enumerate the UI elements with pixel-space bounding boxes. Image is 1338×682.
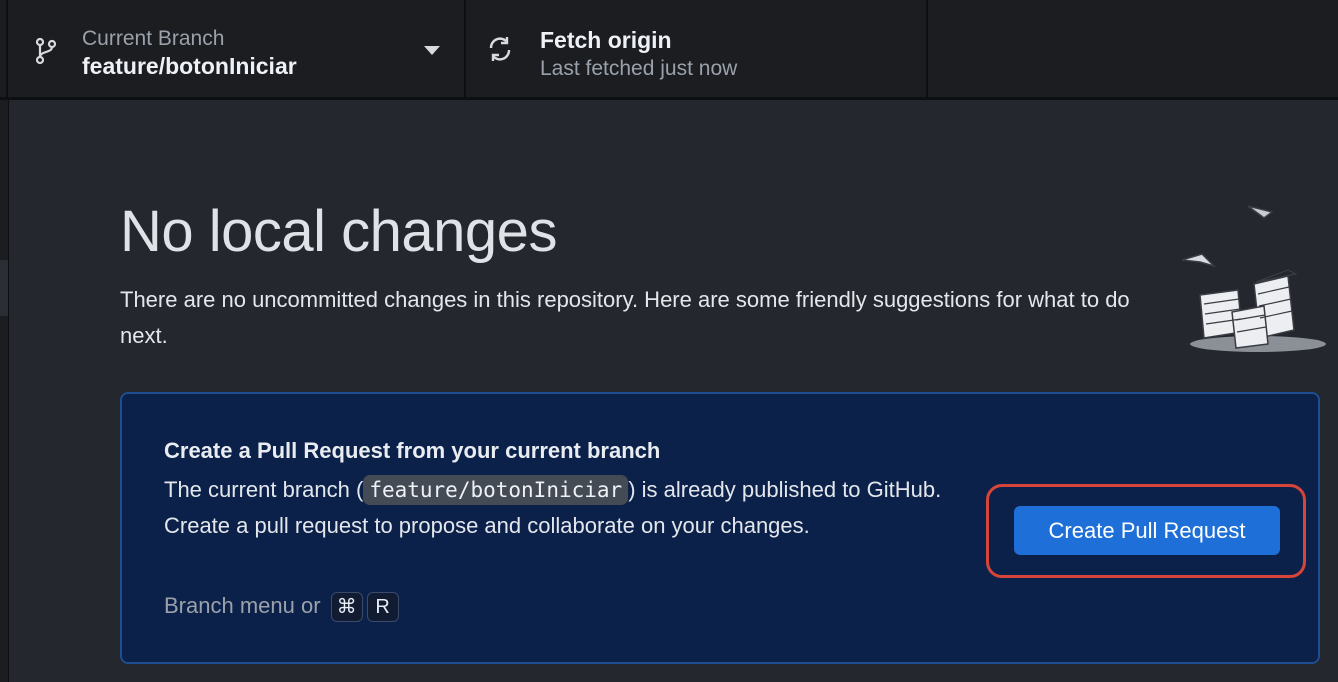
- keyboard-shortcut-hint: Branch menu or ⌘ R: [164, 592, 399, 622]
- command-key: ⌘: [330, 592, 363, 622]
- create-pull-request-button[interactable]: Create Pull Request: [1014, 506, 1280, 555]
- current-branch-label: Current Branch: [82, 27, 225, 50]
- git-branch-icon: [35, 37, 57, 65]
- r-key: R: [366, 592, 399, 622]
- suggestion-text-before: The current branch (: [164, 477, 364, 502]
- current-branch-name: feature/botonIniciar: [82, 53, 297, 79]
- sidebar-edge: [0, 100, 9, 682]
- suggestion-description: The current branch (feature/botonIniciar…: [164, 472, 994, 544]
- current-branch-button[interactable]: Current Branch feature/botonIniciar: [6, 0, 466, 100]
- fetch-status: Last fetched just now: [540, 57, 738, 80]
- fetch-origin-button[interactable]: Fetch origin Last fetched just now: [466, 0, 928, 100]
- page-title: No local changes: [120, 199, 557, 264]
- fetch-origin-title: Fetch origin: [540, 27, 672, 53]
- pull-request-suggestion-card: Create a Pull Request from your current …: [120, 392, 1320, 664]
- branch-code: feature/botonIniciar: [363, 475, 629, 505]
- shortcut-prefix: Branch menu or: [164, 592, 321, 618]
- sidebar-resize-handle[interactable]: [0, 260, 8, 316]
- toolbar: Current Branch feature/botonIniciar Fetc…: [0, 0, 1338, 100]
- paper-stack-illustration: [1181, 205, 1326, 352]
- suggestion-title: Create a Pull Request from your current …: [164, 438, 661, 463]
- caret-down-icon: [424, 46, 440, 55]
- sync-icon: [489, 37, 511, 61]
- page-description: There are no uncommitted changes in this…: [120, 287, 1130, 348]
- toolbar-empty-area: [928, 0, 1338, 100]
